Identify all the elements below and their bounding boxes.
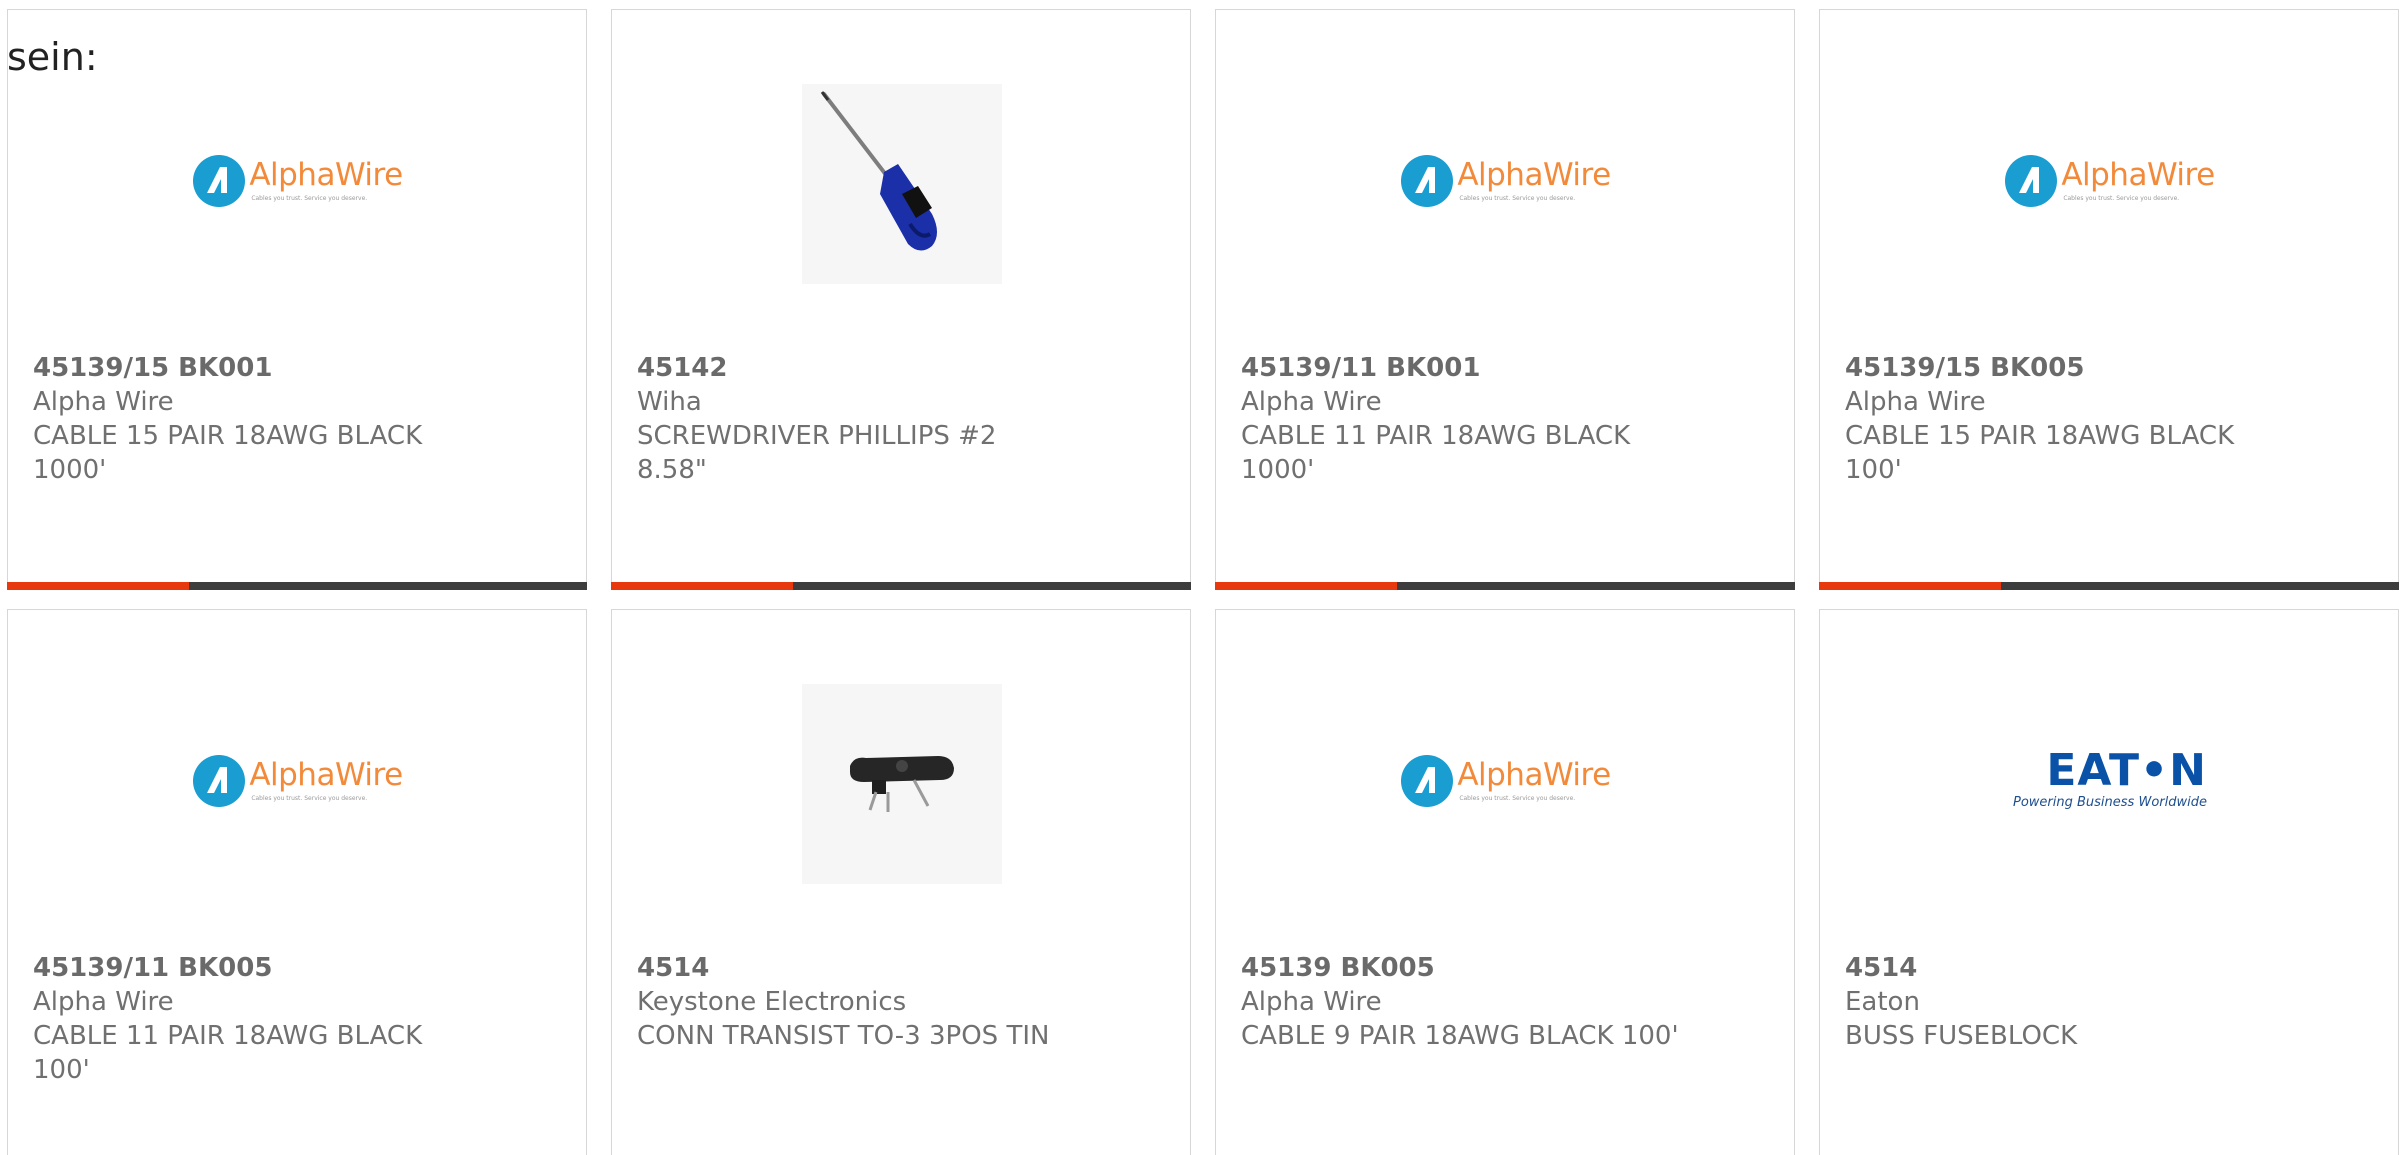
alphawire-logo: AlphaWire Cables you trust. Service you … bbox=[2005, 155, 2215, 207]
alphawire-tagline: Cables you trust. Service you deserve. bbox=[251, 195, 368, 202]
connector-photo bbox=[802, 684, 1002, 884]
product-info: 45139/15 BK001 Alpha Wire CABLE 15 PAIR … bbox=[33, 351, 553, 487]
alphawire-logo: AlphaWire Cables you trust. Service you … bbox=[1401, 155, 1611, 207]
manufacturer: Wiha bbox=[637, 387, 702, 417]
manufacturer: Eaton bbox=[1845, 987, 1920, 1017]
card-bottom-bar bbox=[1215, 582, 1795, 590]
manufacturer: Alpha Wire bbox=[33, 987, 174, 1017]
description: CABLE 9 PAIR 18AWG BLACK 100' bbox=[1241, 1021, 1679, 1051]
eaton-logo: EAT•N Powering Business Worldwide bbox=[2013, 744, 2207, 810]
alphawire-logo: AlphaWire Cables you trust. Service you … bbox=[193, 155, 403, 207]
alphawire-wordmark: AlphaWire bbox=[249, 757, 403, 793]
part-number[interactable]: 45139/11 BK001 bbox=[1241, 351, 1761, 385]
alphawire-mark-icon bbox=[193, 755, 246, 807]
card-accent bbox=[1819, 582, 2001, 590]
part-number[interactable]: 4514 bbox=[1845, 951, 2365, 985]
product-image[interactable] bbox=[798, 680, 1006, 888]
product-info: 4514 Eaton BUSS FUSEBLOCK bbox=[1845, 951, 2365, 1053]
product-card[interactable]: AlphaWire Cables you trust. Service you … bbox=[1215, 609, 1795, 1155]
card-bottom-bar bbox=[1819, 582, 2399, 590]
product-card[interactable]: AlphaWire Cables you trust. Service you … bbox=[7, 609, 587, 1155]
product-image[interactable]: AlphaWire Cables you trust. Service you … bbox=[1401, 80, 1611, 288]
product-info: 45142 Wiha SCREWDRIVER PHILLIPS #2 8.58" bbox=[637, 351, 1157, 487]
part-number[interactable]: 4514 bbox=[637, 951, 1157, 985]
manufacturer: Alpha Wire bbox=[1241, 987, 1382, 1017]
product-info: 45139/11 BK001 Alpha Wire CABLE 11 PAIR … bbox=[1241, 351, 1761, 487]
product-card[interactable]: AlphaWire Cables you trust. Service you … bbox=[1215, 9, 1795, 590]
product-card[interactable]: AlphaWire Cables you trust. Service you … bbox=[1819, 9, 2399, 590]
description: SCREWDRIVER PHILLIPS #2 8.58" bbox=[637, 421, 997, 485]
product-image[interactable]: AlphaWire Cables you trust. Service you … bbox=[1401, 680, 1611, 888]
part-number[interactable]: 45139 BK005 bbox=[1241, 951, 1761, 985]
part-number[interactable]: 45139/15 BK005 bbox=[1845, 351, 2365, 385]
manufacturer: Alpha Wire bbox=[1241, 387, 1382, 417]
description: CABLE 15 PAIR 18AWG BLACK 100' bbox=[1845, 421, 2235, 485]
product-results-page: sein: AlphaWire Cables you trust. Servic… bbox=[0, 0, 2400, 1155]
alphawire-wordmark: AlphaWire bbox=[2061, 157, 2215, 193]
product-info: 45139/15 BK005 Alpha Wire CABLE 15 PAIR … bbox=[1845, 351, 2365, 487]
manufacturer: Keystone Electronics bbox=[637, 987, 907, 1017]
alphawire-mark-icon bbox=[193, 155, 246, 207]
alphawire-logo: AlphaWire Cables you trust. Service you … bbox=[1401, 755, 1611, 807]
eaton-tagline: Powering Business Worldwide bbox=[2013, 794, 2207, 810]
intro-text: sein: bbox=[7, 35, 98, 79]
description: CONN TRANSIST TO-3 3POS TIN bbox=[637, 1021, 1050, 1051]
card-bottom-bar bbox=[611, 582, 1191, 590]
card-accent bbox=[611, 582, 793, 590]
alphawire-mark-icon bbox=[1401, 755, 1454, 807]
product-card[interactable]: 4514 Keystone Electronics CONN TRANSIST … bbox=[611, 609, 1191, 1155]
product-card[interactable]: EAT•N Powering Business Worldwide 4514 E… bbox=[1819, 609, 2399, 1155]
card-accent bbox=[1215, 582, 1397, 590]
product-info: 4514 Keystone Electronics CONN TRANSIST … bbox=[637, 951, 1157, 1053]
alphawire-logo: AlphaWire Cables you trust. Service you … bbox=[193, 755, 403, 807]
description: CABLE 11 PAIR 18AWG BLACK 1000' bbox=[1241, 421, 1631, 485]
description: CABLE 15 PAIR 18AWG BLACK 1000' bbox=[33, 421, 423, 485]
alphawire-mark-icon bbox=[1401, 155, 1454, 207]
product-info: 45139/11 BK005 Alpha Wire CABLE 11 PAIR … bbox=[33, 951, 553, 1087]
description: CABLE 11 PAIR 18AWG BLACK 100' bbox=[33, 1021, 423, 1085]
product-grid: AlphaWire Cables you trust. Service you … bbox=[7, 9, 2400, 1155]
card-accent bbox=[7, 582, 189, 590]
product-image[interactable]: AlphaWire Cables you trust. Service you … bbox=[193, 80, 403, 288]
description: BUSS FUSEBLOCK bbox=[1845, 1021, 2078, 1051]
alphawire-tagline: Cables you trust. Service you deserve. bbox=[1459, 195, 1576, 202]
product-info: 45139 BK005 Alpha Wire CABLE 9 PAIR 18AW… bbox=[1241, 951, 1761, 1053]
alphawire-wordmark: AlphaWire bbox=[1457, 757, 1611, 793]
alphawire-tagline: Cables you trust. Service you deserve. bbox=[1459, 795, 1576, 802]
part-number[interactable]: 45139/11 BK005 bbox=[33, 951, 553, 985]
screwdriver-icon bbox=[820, 91, 937, 251]
product-image[interactable] bbox=[798, 80, 1006, 288]
product-card[interactable]: AlphaWire Cables you trust. Service you … bbox=[7, 9, 587, 590]
product-image[interactable]: AlphaWire Cables you trust. Service you … bbox=[2005, 80, 2215, 288]
connector-icon bbox=[850, 756, 954, 812]
alphawire-tagline: Cables you trust. Service you deserve. bbox=[251, 795, 368, 802]
card-bottom-bar bbox=[7, 582, 587, 590]
product-image[interactable]: EAT•N Powering Business Worldwide bbox=[2006, 680, 2214, 888]
screwdriver-photo bbox=[802, 84, 1002, 284]
alphawire-wordmark: AlphaWire bbox=[1457, 157, 1611, 193]
alphawire-mark-icon bbox=[2005, 155, 2058, 207]
part-number[interactable]: 45142 bbox=[637, 351, 1157, 385]
product-image[interactable]: AlphaWire Cables you trust. Service you … bbox=[193, 680, 403, 888]
manufacturer: Alpha Wire bbox=[1845, 387, 1986, 417]
product-card[interactable]: 45142 Wiha SCREWDRIVER PHILLIPS #2 8.58" bbox=[611, 9, 1191, 590]
eaton-wordmark: EAT•N bbox=[2046, 744, 2207, 796]
alphawire-wordmark: AlphaWire bbox=[249, 157, 403, 193]
part-number[interactable]: 45139/15 BK001 bbox=[33, 351, 553, 385]
alphawire-tagline: Cables you trust. Service you deserve. bbox=[2063, 195, 2180, 202]
manufacturer: Alpha Wire bbox=[33, 387, 174, 417]
